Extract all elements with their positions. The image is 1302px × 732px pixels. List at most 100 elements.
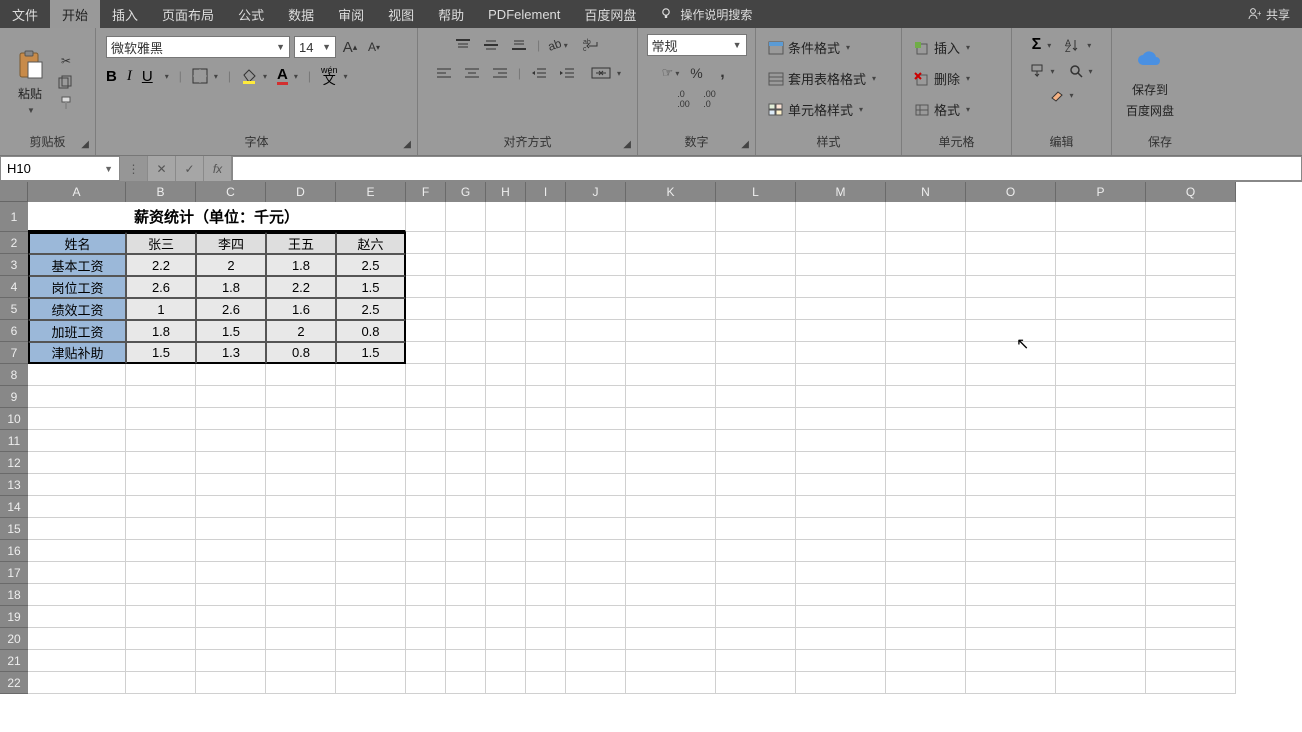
cell[interactable]: [1056, 276, 1146, 298]
cell[interactable]: [526, 364, 566, 386]
cell[interactable]: [486, 452, 526, 474]
cell[interactable]: [796, 408, 886, 430]
cell[interactable]: [266, 496, 336, 518]
cell[interactable]: [1146, 650, 1236, 672]
cell[interactable]: [336, 650, 406, 672]
cell[interactable]: [486, 672, 526, 694]
cell[interactable]: [126, 496, 196, 518]
cell[interactable]: [1056, 298, 1146, 320]
comma-button[interactable]: ,: [713, 64, 733, 82]
cell[interactable]: [566, 496, 626, 518]
fill-color-button[interactable]: ▾: [241, 68, 267, 84]
copy-button[interactable]: [56, 73, 76, 91]
cell[interactable]: [626, 540, 716, 562]
cell[interactable]: 赵六: [336, 232, 406, 254]
find-button[interactable]: ▾: [1069, 64, 1093, 78]
cell[interactable]: [28, 452, 126, 474]
cell[interactable]: [796, 298, 886, 320]
cell[interactable]: [966, 342, 1056, 364]
cell[interactable]: [336, 430, 406, 452]
cell[interactable]: 加班工资: [28, 320, 126, 342]
cell[interactable]: [716, 298, 796, 320]
sort-filter-button[interactable]: AZ▾: [1065, 38, 1091, 52]
cell[interactable]: [406, 430, 446, 452]
cell[interactable]: [486, 584, 526, 606]
cell[interactable]: [28, 430, 126, 452]
cell[interactable]: [406, 232, 446, 254]
cell[interactable]: [716, 254, 796, 276]
col-header[interactable]: G: [446, 182, 486, 202]
dialog-launcher-icon[interactable]: ◢: [403, 139, 411, 150]
cell[interactable]: [716, 364, 796, 386]
col-header[interactable]: I: [526, 182, 566, 202]
cell[interactable]: [1146, 364, 1236, 386]
cell[interactable]: [196, 540, 266, 562]
cell[interactable]: [716, 342, 796, 364]
cell[interactable]: [266, 430, 336, 452]
cell[interactable]: [716, 606, 796, 628]
cell[interactable]: [1146, 276, 1236, 298]
cell[interactable]: [716, 584, 796, 606]
cell[interactable]: [1056, 408, 1146, 430]
cell[interactable]: [1146, 496, 1236, 518]
conditional-format-button[interactable]: 条件格式▾: [764, 36, 854, 59]
cell[interactable]: [196, 364, 266, 386]
tab-help[interactable]: 帮助: [426, 0, 476, 28]
cell[interactable]: [196, 408, 266, 430]
cell[interactable]: [886, 298, 966, 320]
cell[interactable]: [446, 606, 486, 628]
col-header[interactable]: M: [796, 182, 886, 202]
cell[interactable]: [566, 320, 626, 342]
cell[interactable]: [336, 496, 406, 518]
cell[interactable]: [886, 364, 966, 386]
cell[interactable]: 2: [196, 254, 266, 276]
row-header[interactable]: 9: [0, 386, 28, 408]
decrease-indent-button[interactable]: [529, 64, 549, 82]
tab-file[interactable]: 文件: [0, 0, 50, 28]
cell[interactable]: [1146, 540, 1236, 562]
cell[interactable]: 基本工资: [28, 254, 126, 276]
cell[interactable]: [886, 562, 966, 584]
row-header[interactable]: 16: [0, 540, 28, 562]
tab-pdfelement[interactable]: PDFelement: [476, 0, 572, 28]
cell[interactable]: [966, 430, 1056, 452]
cell[interactable]: [626, 584, 716, 606]
cell[interactable]: [196, 606, 266, 628]
cell[interactable]: [1056, 584, 1146, 606]
cell[interactable]: [126, 650, 196, 672]
cell[interactable]: [446, 386, 486, 408]
row-header[interactable]: 2: [0, 232, 28, 254]
cell[interactable]: [1056, 606, 1146, 628]
cell[interactable]: 1: [126, 298, 196, 320]
cell[interactable]: [486, 232, 526, 254]
cell[interactable]: [1056, 650, 1146, 672]
cell[interactable]: 津贴补助: [28, 342, 126, 364]
cell[interactable]: [1146, 386, 1236, 408]
cell[interactable]: [406, 540, 446, 562]
cell[interactable]: [196, 474, 266, 496]
cell[interactable]: [626, 606, 716, 628]
cell[interactable]: [1056, 386, 1146, 408]
cell[interactable]: [1056, 562, 1146, 584]
cell[interactable]: [1056, 540, 1146, 562]
cell[interactable]: [716, 650, 796, 672]
cell[interactable]: [966, 276, 1056, 298]
cell[interactable]: [486, 364, 526, 386]
phonetic-button[interactable]: wén文 ▾: [321, 66, 348, 86]
cell[interactable]: [196, 584, 266, 606]
cell[interactable]: [1056, 364, 1146, 386]
cell[interactable]: [126, 628, 196, 650]
enter-button[interactable]: ✓: [176, 156, 204, 181]
row-header[interactable]: 7: [0, 342, 28, 364]
cell[interactable]: [266, 584, 336, 606]
cell[interactable]: [486, 474, 526, 496]
cell[interactable]: [716, 320, 796, 342]
cell[interactable]: [196, 452, 266, 474]
cell[interactable]: [886, 584, 966, 606]
cell[interactable]: [886, 320, 966, 342]
row-header[interactable]: 18: [0, 584, 28, 606]
cell[interactable]: [446, 254, 486, 276]
align-left-button[interactable]: [434, 64, 454, 82]
cell[interactable]: [486, 562, 526, 584]
cell[interactable]: [626, 672, 716, 694]
